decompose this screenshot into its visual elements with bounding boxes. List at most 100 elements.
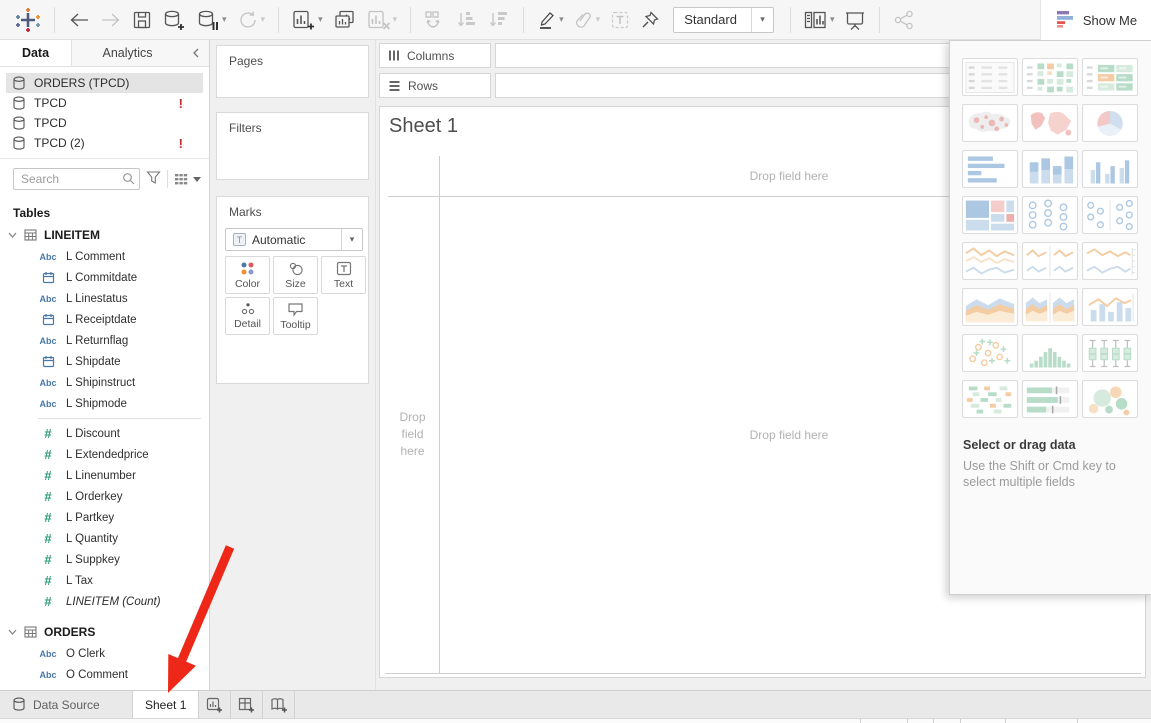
- data-source-item[interactable]: TPCD!: [6, 93, 203, 113]
- field-item[interactable]: AbcL Shipmode: [0, 393, 209, 414]
- new-worksheet-tab-button[interactable]: [199, 691, 231, 718]
- filled-map-icon: [1023, 105, 1077, 142]
- sort-ascending-button: [456, 10, 478, 30]
- marks-tooltip-button[interactable]: Tooltip: [273, 297, 318, 335]
- pause-auto-updates-button[interactable]: ▾: [196, 9, 227, 31]
- heat-map-icon: [1083, 59, 1137, 96]
- arrow-forward-icon: [100, 10, 122, 30]
- field-item[interactable]: #L Partkey: [0, 507, 209, 528]
- drop-zone-rows[interactable]: Dropfieldhere: [386, 196, 439, 673]
- undo-button[interactable]: [68, 10, 90, 30]
- duplicate-sheet-button[interactable]: [333, 9, 357, 31]
- tab-sheet-1[interactable]: Sheet 1: [133, 691, 199, 718]
- field-label: L Linestatus: [66, 293, 128, 305]
- showme-gantt-thumbnail: [962, 380, 1018, 418]
- new-worksheet-button[interactable]: ▾: [292, 9, 323, 31]
- data-source-cylinder-icon: [12, 697, 26, 712]
- field-label: L Commitdate: [66, 272, 137, 284]
- rows-icon: [388, 80, 401, 92]
- show-hide-cards-button[interactable]: ▾: [804, 10, 835, 30]
- marks-size-button[interactable]: Size: [273, 256, 318, 294]
- data-source-item[interactable]: ORDERS (TPCD): [6, 73, 203, 93]
- field-item[interactable]: L Commitdate: [0, 267, 209, 288]
- field-item[interactable]: #L Extendedprice: [0, 444, 209, 465]
- pages-card[interactable]: Pages: [216, 45, 369, 98]
- presentation-mode-button[interactable]: [844, 10, 866, 30]
- field-item[interactable]: # L Orderkey: [0, 486, 209, 507]
- tab-label: Data Source: [33, 698, 100, 712]
- histogram-icon: [1023, 335, 1077, 372]
- field-item[interactable]: AbcL Shipinstruct: [0, 372, 209, 393]
- field-item[interactable]: #L Discount: [0, 423, 209, 444]
- field-item[interactable]: #L Linenumber: [0, 465, 209, 486]
- field-label: L Orderkey: [66, 491, 122, 503]
- field-type-num-icon: #: [38, 531, 58, 546]
- filters-card[interactable]: Filters: [216, 112, 369, 180]
- field-type-num-icon: #: [38, 594, 58, 609]
- field-label: L Shipdate: [66, 356, 121, 368]
- view-options-icon[interactable]: [174, 173, 201, 186]
- new-story-tab-button[interactable]: [263, 691, 295, 718]
- field-item[interactable]: #L Suppkey: [0, 549, 209, 570]
- mark-type-dropdown[interactable]: T Automatic ▾: [225, 228, 363, 251]
- field-item[interactable]: AbcO Clerk: [0, 643, 209, 664]
- field-label: L Extendedprice: [66, 449, 149, 461]
- marks-color-button[interactable]: Color: [225, 256, 270, 294]
- search-input[interactable]: [13, 168, 140, 190]
- field-type-abc-icon: Abc: [38, 649, 58, 659]
- showme-dual-lines-thumbnail: [1082, 242, 1138, 280]
- save-button[interactable]: [132, 10, 152, 30]
- field-item[interactable]: AbcL Comment: [0, 246, 209, 267]
- marks-detail-button[interactable]: Detail: [225, 297, 270, 335]
- swap-rows-columns-button: [424, 10, 446, 30]
- field-item[interactable]: AbcL Linestatus: [0, 288, 209, 309]
- data-source-item[interactable]: TPCD: [6, 113, 203, 133]
- highlight-button[interactable]: ▾: [537, 10, 564, 30]
- showme-pie-chart-thumbnail: [1082, 104, 1138, 142]
- toolbar-divider: [790, 7, 791, 33]
- field-type-num-icon: #: [38, 489, 58, 504]
- new-worksheet-tab-icon: [206, 697, 223, 713]
- dual-combination-icon: [1083, 289, 1137, 326]
- showme-discrete-area-thumbnail: [1022, 288, 1078, 326]
- collapse-pane-button[interactable]: [183, 40, 209, 66]
- chevron-left-icon: [192, 48, 200, 58]
- new-data-source-button[interactable]: [162, 9, 186, 31]
- field-item[interactable]: #L Quantity: [0, 528, 209, 549]
- marks-text-button[interactable]: Text: [321, 256, 366, 294]
- field-label: L Tax: [66, 575, 93, 587]
- marks-button-label: Text: [334, 278, 353, 290]
- field-item[interactable]: L Receiptdate: [0, 309, 209, 330]
- swap-axes-icon: [424, 10, 446, 30]
- main-toolbar: ▾▾▾▾▾▾Standard▾▾ Show Me: [0, 0, 1151, 40]
- table-header[interactable]: LINEITEM: [0, 224, 209, 246]
- redo-button: [100, 10, 122, 30]
- save-icon: [132, 10, 152, 30]
- fit-selector[interactable]: Standard▾: [673, 7, 774, 33]
- new-dashboard-tab-button[interactable]: [231, 691, 263, 718]
- tab-data[interactable]: Data: [0, 40, 72, 66]
- tab-data-source[interactable]: Data Source: [0, 691, 133, 718]
- table-header[interactable]: ORDERS: [0, 621, 209, 643]
- toolbar-items: ▾▾▾▾▾▾Standard▾▾: [10, 7, 920, 33]
- field-label: L Returnflag: [66, 335, 128, 347]
- chevron-down-icon: [8, 232, 17, 238]
- filter-fields-icon[interactable]: [146, 170, 161, 188]
- field-type-num-icon: #: [38, 468, 58, 483]
- show-me-button[interactable]: Show Me: [1040, 0, 1151, 40]
- discrete-lines-icon: [1023, 243, 1077, 280]
- pie-chart-icon: [1083, 105, 1137, 142]
- showme-text-table-thumbnail: [962, 58, 1018, 96]
- tab-analytics[interactable]: Analytics: [72, 40, 183, 66]
- field-item[interactable]: L Shipdate: [0, 351, 209, 372]
- fix-axes-button[interactable]: [640, 10, 660, 30]
- field-item[interactable]: #LINEITEM (Count): [0, 591, 209, 612]
- field-item[interactable]: #L Tax: [0, 570, 209, 591]
- search-row: [0, 159, 209, 198]
- showme-side-by-side-circles-thumbnail: [1082, 196, 1138, 234]
- data-source-item[interactable]: TPCD (2)!: [6, 133, 203, 153]
- field-item[interactable]: AbcL Returnflag: [0, 330, 209, 351]
- data-source-label: TPCD: [34, 116, 67, 130]
- field-item[interactable]: AbcO Comment: [0, 664, 209, 685]
- show-me-label: Show Me: [1083, 13, 1137, 28]
